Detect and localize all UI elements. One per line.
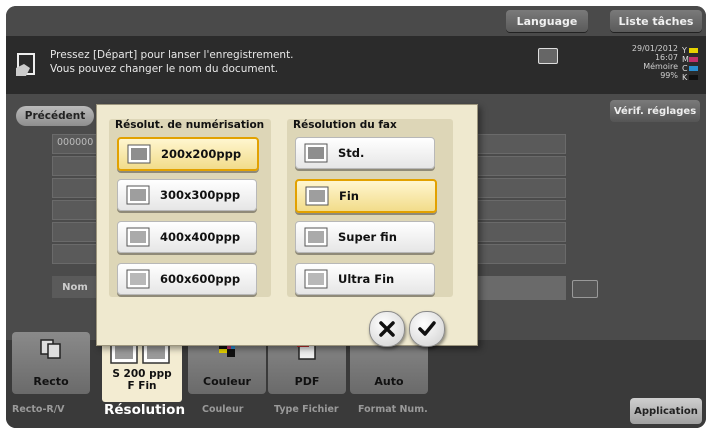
recto-tile[interactable]: Recto [12, 332, 90, 394]
close-icon [379, 321, 395, 337]
control-panel-screen: Language Liste tâches Pressez [Départ] p… [6, 6, 706, 428]
top-bar: Language Liste tâches [6, 6, 706, 36]
scan-option-200[interactable]: 200x200ppp [117, 137, 259, 171]
resolution-popup: Résolut. de numérisation 200x200ppp 300x… [96, 104, 478, 347]
keyboard-icon[interactable] [572, 280, 598, 298]
message-bar: Pressez [Départ] pour lanser l'enregistr… [6, 36, 706, 94]
format-num-label: Format Num. [358, 404, 428, 415]
precedent-button[interactable]: Précédent [16, 106, 94, 126]
recto-rv-label: Recto-R/V [12, 404, 65, 415]
status-date: 29/01/2012 [631, 44, 678, 53]
couleur-label: Couleur [203, 375, 251, 388]
toner-c-bar [689, 66, 698, 71]
fax-option-super-fin[interactable]: Super fin [295, 221, 435, 253]
list-row-text: 000000 [57, 137, 94, 148]
instruction-message: Pressez [Départ] pour lanser l'enregistr… [50, 48, 294, 76]
resolution-pattern-icon [126, 185, 150, 205]
keyboard-icon[interactable] [538, 48, 558, 64]
auto-label: Auto [374, 375, 404, 388]
memory-label: Mémoire [643, 62, 678, 71]
resolution-pattern-icon [304, 143, 328, 163]
ok-button[interactable] [409, 311, 445, 347]
cancel-button[interactable] [369, 311, 405, 347]
scan-option-300[interactable]: 300x300ppp [117, 179, 257, 211]
fax-option-std[interactable]: Std. [295, 137, 435, 169]
type-fichier-label: Type Fichier [274, 404, 339, 415]
resolution-fax-value: F Fin [127, 380, 157, 392]
toner-y-label: Y [682, 46, 687, 55]
scan-option-label: 300x300ppp [160, 188, 241, 202]
toner-m-label: M [682, 55, 689, 64]
status-info: 29/01/2012 16:07 Mémoire 99% [602, 44, 678, 80]
fax-option-label: Fin [339, 189, 359, 203]
scan-option-label: 200x200ppp [161, 147, 242, 161]
recto-label: Recto [33, 375, 69, 388]
resolution-pattern-icon [126, 227, 150, 247]
scan-resolution-title: Résolut. de numérisation [115, 119, 265, 131]
fax-resolution-section: Résolution du fax Std. Fin Super fin Ult… [287, 119, 453, 297]
scan-resolution-section: Résolut. de numérisation 200x200ppp 300x… [109, 119, 271, 297]
resolution-tile-label: S 200 ppp F Fin [102, 368, 182, 392]
resolution-pattern-icon [305, 186, 329, 206]
document-hand-icon [16, 53, 35, 76]
memory-value: 99% [660, 71, 678, 80]
pdf-label: PDF [294, 375, 320, 388]
fax-option-label: Std. [338, 146, 365, 160]
toner-y-bar [689, 48, 698, 53]
application-button[interactable]: Application [630, 398, 702, 424]
scan-option-label: 600x600ppp [160, 272, 241, 286]
checkmark-icon [418, 321, 436, 336]
scan-option-label: 400x400ppp [160, 230, 241, 244]
resolution-label: Résolution [104, 402, 186, 418]
couleur-sub-label: Couleur [202, 404, 244, 415]
nom-label: Nom [52, 276, 98, 298]
resolution-pattern-icon [304, 227, 328, 247]
verif-reglages-button[interactable]: Vérif. réglages [610, 100, 700, 122]
resolution-scan-value: S 200 ppp [112, 368, 172, 380]
fax-resolution-title: Résolution du fax [293, 119, 397, 131]
fax-option-fin[interactable]: Fin [295, 179, 437, 213]
fax-option-ultra-fin[interactable]: Ultra Fin [295, 263, 435, 295]
language-button[interactable]: Language [506, 10, 588, 32]
instruction-line-1: Pressez [Départ] pour lanser l'enregistr… [50, 49, 294, 61]
toner-c-label: C [682, 64, 688, 73]
resolution-pattern-icon [304, 269, 328, 289]
status-time: 16:07 [654, 53, 678, 62]
toner-k-bar [689, 75, 698, 80]
scan-option-600[interactable]: 600x600ppp [117, 263, 257, 295]
duplex-icon [40, 339, 61, 359]
toner-k-label: K [682, 73, 688, 82]
liste-taches-button[interactable]: Liste tâches [610, 10, 702, 32]
scan-option-400[interactable]: 400x400ppp [117, 221, 257, 253]
resolution-pattern-icon [127, 144, 151, 164]
instruction-line-2: Vous pouvez changer le nom du document. [50, 63, 279, 75]
toner-m-bar [689, 57, 698, 62]
toner-levels: Y M C K [682, 46, 698, 82]
fax-option-label: Ultra Fin [338, 272, 395, 286]
fax-option-label: Super fin [338, 230, 397, 244]
resolution-pattern-icon [126, 269, 150, 289]
